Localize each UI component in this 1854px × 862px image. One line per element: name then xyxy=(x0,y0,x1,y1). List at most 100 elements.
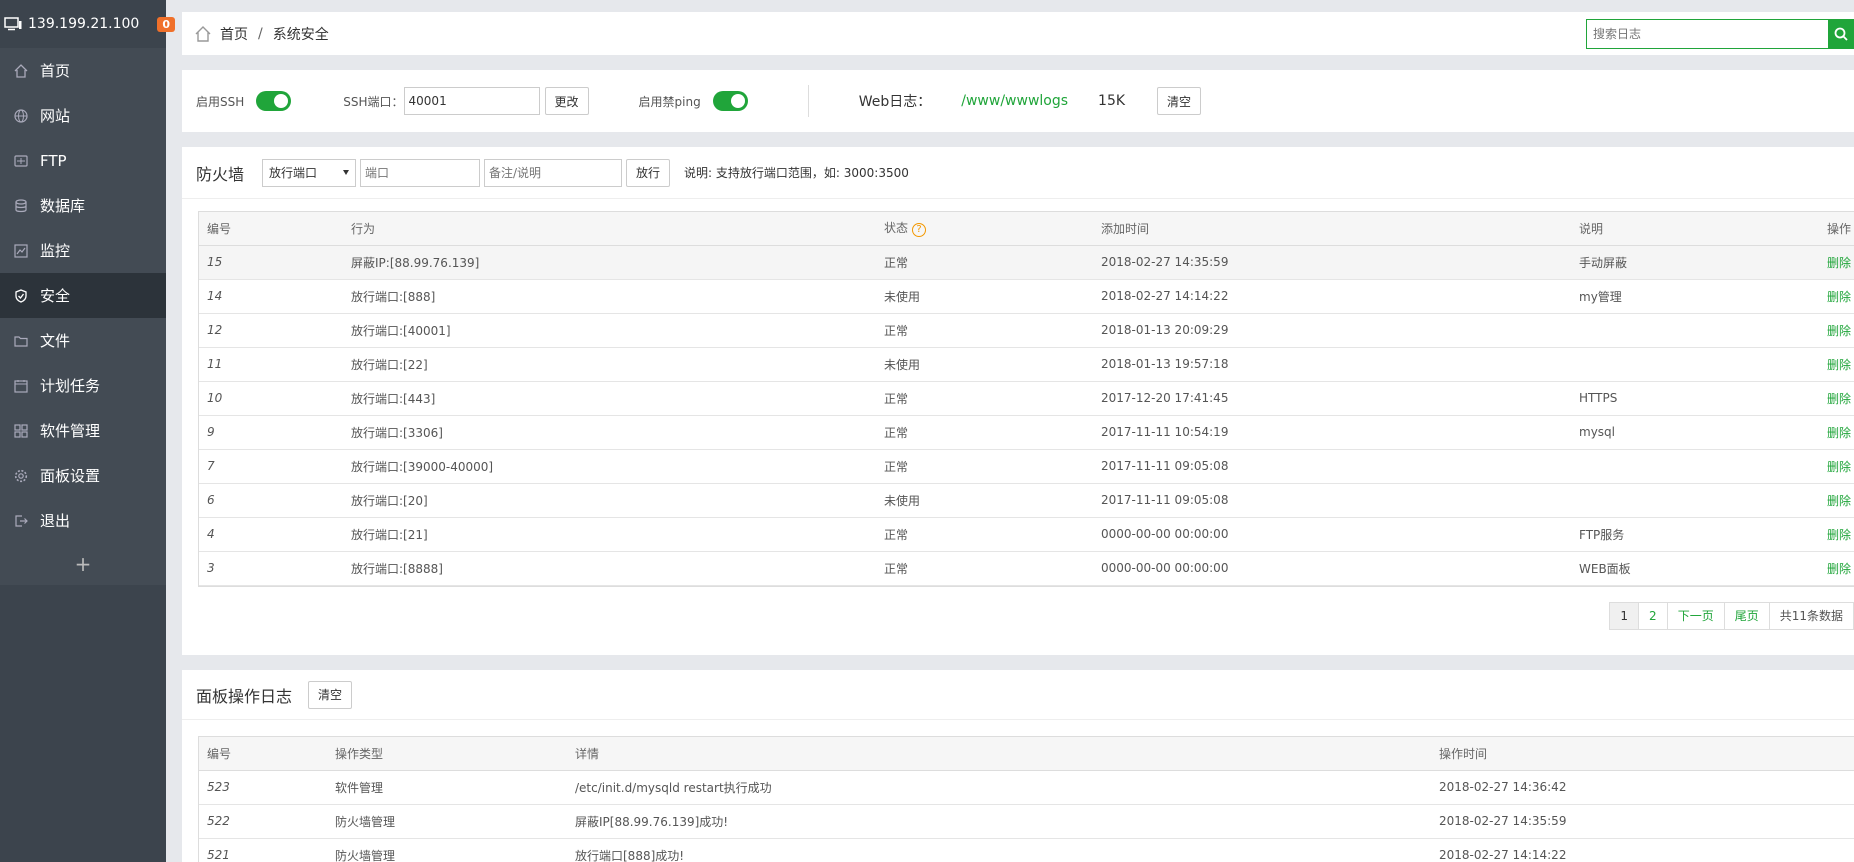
rule-time: 2018-01-13 20:09:29 xyxy=(1093,313,1571,348)
delete-link[interactable]: 删除 xyxy=(1819,551,1854,586)
rule-remark[interactable]: HTTPS xyxy=(1571,381,1819,416)
rule-remark[interactable]: 手动屏蔽 xyxy=(1571,245,1819,280)
ssh-settings: 启用SSH SSH端口： 更改 启用禁ping Web日志： /www/wwwl… xyxy=(182,70,1854,132)
col-time: 添加时间 xyxy=(1093,212,1571,246)
select-value: 放行端口 xyxy=(269,166,318,180)
rule-action: 放行端口:[8888] xyxy=(343,551,876,586)
sidebar-item-5[interactable]: 监控 xyxy=(0,228,166,273)
notification-badge[interactable]: 0 xyxy=(157,16,175,32)
table-row: 11 放行端口:[22] 未使用 2018-01-13 19:57:18 删除 xyxy=(199,347,1854,382)
log-search xyxy=(1586,19,1854,49)
divider xyxy=(807,85,809,117)
delete-link[interactable]: 删除 xyxy=(1819,415,1854,450)
sidebar-item-label: 文件 xyxy=(40,332,71,350)
sidebar-menu: 首页网站 FTP 数据库监控安全文件计划任务 软件管理 面板设置退出 xyxy=(0,48,166,543)
sidebar-item-7[interactable]: 文件 xyxy=(0,318,166,363)
firewall-toolbar: 防火墙 放行端口 放行 说明: 支持放行端口范围，如: 3000:3500 xyxy=(182,147,1854,199)
log-type: 防火墙管理 xyxy=(327,804,567,839)
sidebar: 139.199.21.100 0 首页网站 FTP 数据库监控安全文件计划任务 软件管… xyxy=(0,0,175,862)
sidebar-item-label: 监控 xyxy=(40,242,71,260)
sidebar-item-10[interactable]: 面板设置 xyxy=(0,453,166,498)
rule-remark[interactable]: FTP服务 xyxy=(1571,517,1819,552)
ssh-port-input[interactable] xyxy=(403,87,540,115)
sidebar-item-3[interactable]: FTP xyxy=(0,138,166,183)
change-port-button[interactable]: 更改 xyxy=(544,87,589,115)
rule-remark[interactable] xyxy=(1571,347,1819,382)
rule-time: 0000-00-00 00:00:00 xyxy=(1093,551,1571,586)
clear-weblog-button[interactable]: 清空 xyxy=(1157,87,1202,115)
server-ip: 139.199.21.100 xyxy=(28,16,140,32)
page-2[interactable]: 2 xyxy=(1639,603,1668,629)
rule-remark[interactable]: WEB面板 xyxy=(1571,551,1819,586)
rule-action: 放行端口:[21] xyxy=(343,517,876,552)
remark-input[interactable] xyxy=(484,158,623,187)
delete-link[interactable]: 删除 xyxy=(1819,449,1854,484)
help-icon[interactable]: ? xyxy=(912,223,927,238)
table-row: 14 放行端口:[888] 未使用 2018-02-27 14:14:22 my管理 删除 xyxy=(199,279,1854,314)
table-header: 编号 行为 状态? 添加时间 说明 操作 xyxy=(199,212,1854,246)
rule-status: 正常 xyxy=(876,517,1093,552)
table-row: 10 放行端口:[443] 正常 2017-12-20 17:41:45 HTTPS 删除 xyxy=(199,381,1854,416)
ping-toggle[interactable] xyxy=(712,91,748,111)
sidebar-item-label: 退出 xyxy=(40,512,71,530)
delete-link[interactable]: 删除 xyxy=(1819,245,1854,280)
rule-remark[interactable] xyxy=(1571,483,1819,518)
folder-icon xyxy=(14,334,28,348)
delete-link[interactable]: 删除 xyxy=(1819,279,1854,314)
home-icon[interactable] xyxy=(194,25,212,43)
delete-link[interactable]: 删除 xyxy=(1819,381,1854,416)
delete-link[interactable]: 删除 xyxy=(1819,517,1854,552)
table-row: 4 放行端口:[21] 正常 0000-00-00 00:00:00 FTP服务 删除 xyxy=(199,517,1854,552)
add-menu-button[interactable]: + xyxy=(0,543,166,585)
rule-action: 放行端口:[20] xyxy=(343,483,876,518)
weblog-size: 15K xyxy=(1098,93,1126,109)
weblog-path[interactable]: /www/wwwlogs xyxy=(961,93,1068,109)
log-detail: 放行端口[888]成功! xyxy=(567,838,1431,862)
clear-log-button[interactable]: 清空 xyxy=(308,680,353,709)
rule-remark[interactable]: my管理 xyxy=(1571,279,1819,314)
rule-time: 2017-11-11 10:54:19 xyxy=(1093,415,1571,450)
rule-remark[interactable] xyxy=(1571,449,1819,484)
rule-remark[interactable]: mysql xyxy=(1571,415,1819,450)
page-1[interactable]: 1 xyxy=(1610,603,1640,629)
sidebar-item-11[interactable]: 退出 xyxy=(0,498,166,543)
col-status-label: 状态 xyxy=(884,221,909,236)
rule-status: 未使用 xyxy=(876,279,1093,314)
search-input[interactable] xyxy=(1586,19,1828,49)
ssh-toggle[interactable] xyxy=(256,91,292,111)
log-col-id: 编号 xyxy=(199,737,327,771)
delete-link[interactable]: 删除 xyxy=(1819,347,1854,382)
allow-button[interactable]: 放行 xyxy=(626,158,671,187)
rule-type-select[interactable]: 放行端口 xyxy=(262,158,357,187)
log-type: 软件管理 xyxy=(327,770,567,805)
sidebar-item-9[interactable]: 软件管理 xyxy=(0,408,166,453)
sidebar-item-1[interactable]: 首页 xyxy=(0,48,166,93)
delete-link[interactable]: 删除 xyxy=(1819,313,1854,348)
rule-remark[interactable] xyxy=(1571,313,1819,348)
delete-link[interactable]: 删除 xyxy=(1819,483,1854,518)
sidebar-item-8[interactable]: 计划任务 xyxy=(0,363,166,408)
rule-id: 9 xyxy=(199,415,343,450)
sidebar-item-6[interactable]: 安全 xyxy=(0,273,166,318)
rule-action: 放行端口:[3306] xyxy=(343,415,876,450)
log-table: 编号 操作类型 详情 操作时间 523 软件管理/etc/init.d/mysql… xyxy=(198,736,1854,862)
weblog-label: Web日志： xyxy=(858,94,932,110)
table-row: 6 放行端口:[20] 未使用 2017-11-11 09:05:08 删除 xyxy=(199,483,1854,518)
breadcrumb-separator: / xyxy=(258,25,263,42)
sidebar-item-4[interactable]: 数据库 xyxy=(0,183,166,228)
breadcrumb-home[interactable]: 首页 xyxy=(220,24,248,44)
server-header: 139.199.21.100 0 xyxy=(0,0,175,48)
rule-action: 放行端口:[40001] xyxy=(343,313,876,348)
sidebar-item-label: 网站 xyxy=(40,107,71,125)
sidebar-item-2[interactable]: 网站 xyxy=(0,93,166,138)
port-input[interactable] xyxy=(360,158,481,187)
last-page[interactable]: 尾页 xyxy=(1725,603,1770,629)
sidebar-item-label: 安全 xyxy=(40,287,71,305)
search-button[interactable] xyxy=(1828,19,1854,49)
rule-id: 14 xyxy=(199,279,343,314)
next-page[interactable]: 下一页 xyxy=(1668,603,1725,629)
monitor-icon xyxy=(14,243,28,258)
log-id: 523 xyxy=(199,770,327,805)
col-id: 编号 xyxy=(199,212,343,246)
ssh-port-label: SSH端口： xyxy=(343,94,404,109)
